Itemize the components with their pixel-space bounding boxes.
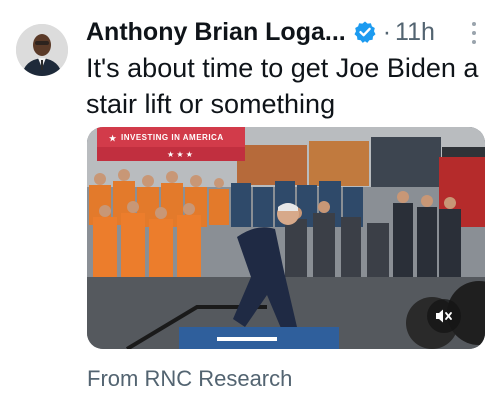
video-player[interactable]: ★ ★ ★ ★ INVESTING IN AMERICA [87,127,485,349]
video-banner-text: INVESTING IN AMERICA [121,133,224,142]
verified-badge-icon [353,20,377,44]
tweet-header: Anthony Brian Loga... · 11h [86,14,484,50]
author-name[interactable]: Anthony Brian Loga... [86,18,346,47]
source-attribution-link[interactable]: From RNC Research [87,366,292,392]
separator-dot: · [382,17,392,46]
speaker-muted-icon[interactable] [427,299,461,333]
more-options-icon[interactable] [464,22,484,44]
timestamp[interactable]: 11h [395,18,435,47]
tweet-text: It's about time to get Joe Biden a stair… [86,53,479,119]
video-frame: ★ ★ ★ ★ [87,127,485,349]
svg-text:★: ★ [109,134,117,143]
svg-text:★ ★ ★: ★ ★ ★ [167,150,193,159]
avatar[interactable] [16,24,68,76]
